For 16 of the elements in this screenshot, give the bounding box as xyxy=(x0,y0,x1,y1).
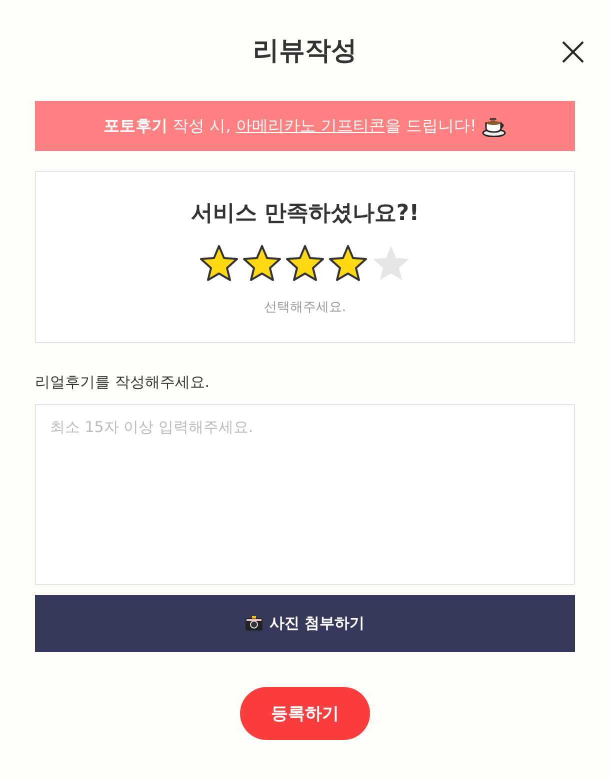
coffee-cup-icon xyxy=(482,115,506,137)
rating-hint: 선택해주세요. xyxy=(264,299,346,316)
promo-text: 포토후기 작성 시, 아메리카노 기프티콘을 드립니다! xyxy=(104,116,476,136)
review-label: 리얼후기를 작성해주세요. xyxy=(35,373,211,392)
camera-icon xyxy=(245,616,264,631)
star-icon[interactable] xyxy=(285,244,325,282)
star-icon[interactable] xyxy=(199,244,239,282)
star-icon[interactable] xyxy=(371,244,411,282)
rating-question: 서비스 만족하셨나요?! xyxy=(190,200,420,228)
gift-link[interactable]: 아메리카노 기프티콘 xyxy=(236,116,385,134)
star-icon[interactable] xyxy=(242,244,282,282)
dialog-title: 리뷰작성 xyxy=(253,35,357,68)
star-icon[interactable] xyxy=(328,244,368,282)
review-input-field[interactable]: 최소 15자 이상 입력해주세요. xyxy=(35,404,575,585)
submit-button[interactable]: 등록하기 xyxy=(240,687,370,740)
photo-attach-button[interactable]: 사진 첨부하기 xyxy=(35,595,575,652)
